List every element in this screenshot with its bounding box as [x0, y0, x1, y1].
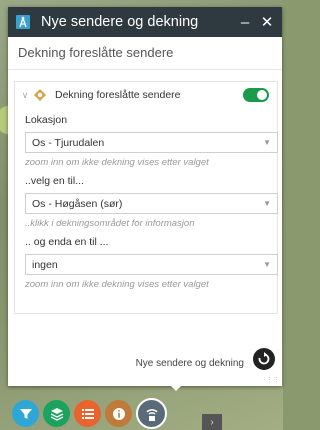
third-select-hint: zoom inn om ikke dekning vises etter val…	[25, 279, 209, 290]
location-select-value: Os - Tjurudalen	[32, 136, 105, 149]
dropdown-caret-icon: ▼	[263, 199, 271, 208]
close-button[interactable]: ✕	[258, 13, 276, 31]
chevron-down-icon[interactable]: ∨	[19, 90, 31, 101]
layers-icon	[50, 407, 63, 421]
toolbar-filter-button[interactable]	[12, 400, 39, 427]
widget-panel: Nye sendere og dekning – ✕ Dekning fores…	[8, 7, 282, 386]
third-select-value: ingen	[32, 258, 58, 271]
layer-toggle[interactable]	[243, 88, 269, 102]
second-select[interactable]: Os - Høgåsen (sør) ▼	[25, 193, 278, 214]
third-select-label: .. og enda en til ...	[25, 236, 109, 248]
widget-footer: Nye sendere og dekning	[8, 348, 282, 376]
second-select-label: ..velg en til...	[25, 175, 84, 187]
toolbar-layers-button[interactable]	[43, 400, 70, 427]
info-icon	[112, 407, 125, 420]
widget-subtitle: Dekning foreslåtte sendere	[8, 37, 282, 70]
toolbar-list-button[interactable]	[74, 400, 101, 427]
window-title: Nye sendere og dekning	[41, 14, 199, 30]
panel-pointer	[170, 385, 182, 391]
second-select-hint: ..klikk i dekningsområdet for informasjo…	[25, 218, 195, 229]
toolbar-signal-button[interactable]	[136, 398, 167, 429]
layer-label: Dekning foreslåtte sendere	[55, 89, 181, 101]
list-icon	[81, 408, 94, 419]
third-select[interactable]: ingen ▼	[25, 254, 278, 275]
footer-label: Nye sendere og dekning	[135, 358, 244, 369]
resize-grip-icon[interactable]: ⋮⋮	[266, 376, 280, 384]
dropdown-caret-icon: ▼	[263, 138, 271, 147]
location-select[interactable]: Os - Tjurudalen ▼	[25, 132, 278, 153]
reset-icon	[258, 352, 270, 365]
widget-toolbar	[12, 397, 167, 430]
toolbar-info-button[interactable]	[105, 400, 132, 427]
reset-button[interactable]	[253, 348, 275, 370]
toolbar-more-button[interactable]: ›	[202, 414, 222, 430]
dropdown-caret-icon: ▼	[263, 260, 271, 269]
widget-titlebar: Nye sendere og dekning – ✕	[8, 7, 282, 37]
layer-panel: ∨ Dekning foreslåtte sendere Lokasjon Os…	[14, 81, 278, 314]
filter-icon	[19, 408, 32, 419]
signal-icon	[145, 408, 158, 421]
location-hint: zoom inn om ikke dekning vises etter val…	[25, 157, 209, 168]
selection-form: Lokasjon Os - Tjurudalen ▼ zoom inn om i…	[15, 114, 278, 291]
minimize-button[interactable]: –	[236, 14, 254, 31]
toggle-knob	[257, 90, 267, 100]
location-label: Lokasjon	[25, 114, 68, 126]
coverage-layer-icon	[34, 89, 46, 101]
second-select-value: Os - Høgåsen (sør)	[32, 197, 123, 210]
layer-row[interactable]: ∨ Dekning foreslåtte sendere	[15, 82, 277, 108]
broadcast-tower-icon	[16, 15, 30, 29]
